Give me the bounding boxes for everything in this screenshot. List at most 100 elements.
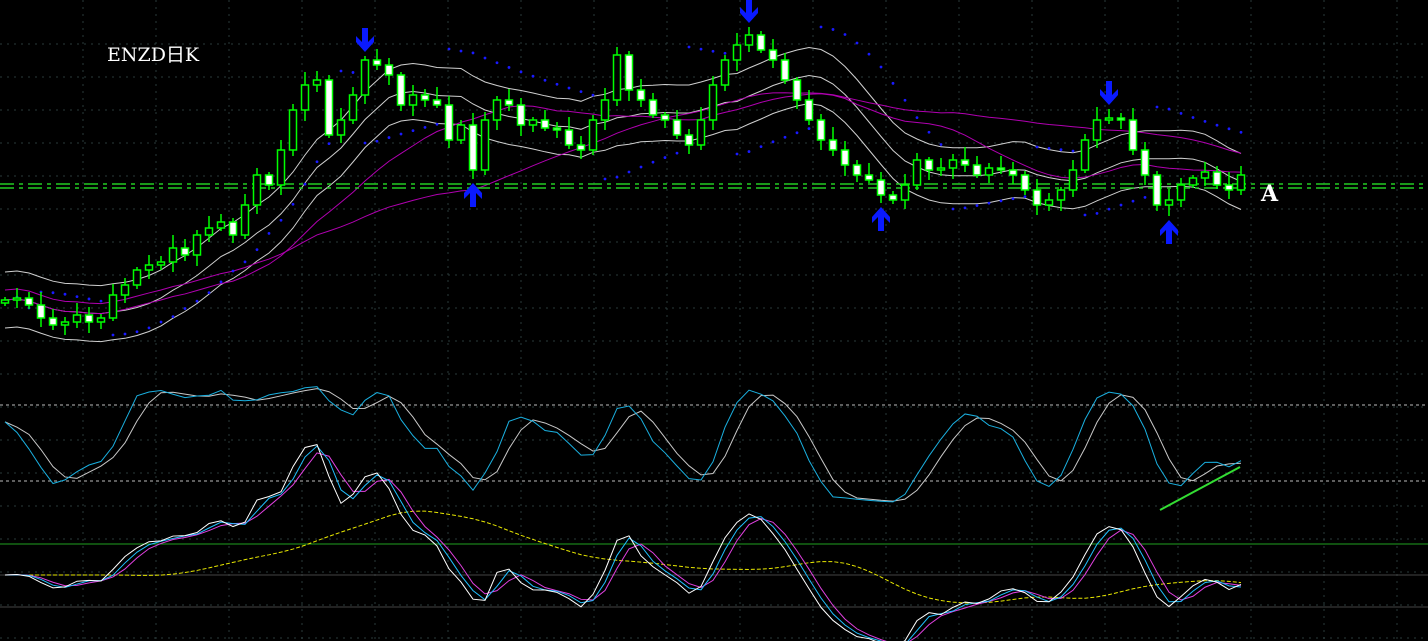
- sar-dot: [387, 136, 391, 139]
- candle-body: [888, 194, 898, 201]
- chart-window: ENZD日K A: [0, 0, 1428, 641]
- candle-body: [468, 124, 478, 171]
- sar-dot: [507, 66, 511, 69]
- candle-body: [792, 79, 802, 101]
- sar-dot: [807, 127, 811, 130]
- sar-dot: [363, 141, 367, 145]
- sar-dot: [711, 49, 715, 53]
- candle-body: [0, 299, 10, 304]
- candle-body: [1056, 189, 1066, 201]
- candle-body: [756, 34, 766, 51]
- candle-body: [72, 314, 82, 323]
- buy-arrow-icon: [464, 183, 482, 207]
- candle-body: [48, 317, 58, 326]
- sar-dot: [207, 291, 211, 295]
- candle-body: [624, 54, 634, 91]
- sar-dot: [939, 143, 943, 146]
- sar-dot: [447, 47, 451, 51]
- sar-dot: [435, 122, 439, 126]
- trendline: [1159, 466, 1241, 511]
- candle-body: [108, 294, 118, 319]
- candle-body: [600, 99, 610, 121]
- candle-body: [12, 297, 22, 301]
- sar-dot: [171, 315, 175, 319]
- sar-dot: [351, 71, 355, 74]
- candle-body: [216, 221, 226, 229]
- sar-dot: [1011, 197, 1015, 201]
- sar-dot: [627, 170, 631, 174]
- sar-dot: [303, 182, 307, 186]
- candle-body: [924, 159, 934, 171]
- oscillator-line-1: [4, 444, 1242, 641]
- sar-dot: [471, 51, 475, 55]
- candle-body: [1188, 177, 1198, 186]
- candle-body: [960, 159, 970, 166]
- sar-dot: [795, 131, 799, 135]
- sar-dot: [891, 81, 895, 85]
- sar-dot: [195, 299, 199, 303]
- candle-body: [948, 159, 958, 169]
- sar-dot: [591, 93, 595, 97]
- candle-body: [1128, 119, 1138, 151]
- sar-dot: [615, 175, 619, 179]
- candle-body: [60, 321, 70, 326]
- candle-body: [696, 119, 706, 146]
- sar-dot: [963, 206, 967, 210]
- sar-dot: [147, 326, 151, 330]
- candle-body: [252, 174, 262, 206]
- candle-body: [684, 134, 694, 146]
- sar-dot: [1071, 149, 1075, 153]
- sar-dot: [267, 231, 271, 235]
- candle-body: [324, 79, 334, 136]
- candle-body: [936, 167, 946, 171]
- middle-band-line: [4, 74, 1242, 315]
- candle-body: [192, 234, 202, 256]
- candle-body: [312, 79, 322, 86]
- candle-body: [876, 179, 886, 196]
- sar-dot: [999, 199, 1003, 203]
- sar-dot: [1059, 148, 1063, 152]
- price-chart[interactable]: [0, 0, 1428, 641]
- sar-dot: [183, 307, 187, 310]
- candle-body: [276, 149, 286, 186]
- candle-body: [168, 247, 178, 263]
- sar-dot: [639, 165, 643, 169]
- sar-dot: [1155, 105, 1159, 109]
- sar-dot: [327, 142, 331, 145]
- sar-dot: [159, 320, 163, 324]
- candle-body: [912, 159, 922, 186]
- sar-dot: [1239, 130, 1243, 134]
- candle-body: [396, 74, 406, 106]
- candle-body: [1152, 174, 1162, 206]
- sar-dot: [531, 74, 535, 78]
- candle-body: [660, 114, 670, 121]
- candle-body: [564, 129, 574, 146]
- sar-dot: [975, 204, 979, 207]
- sar-dot: [867, 52, 871, 56]
- candle-body: [180, 247, 190, 256]
- candle-body: [1092, 119, 1102, 141]
- sar-dot: [927, 130, 931, 134]
- sar-dot: [63, 292, 67, 296]
- candle-body: [732, 44, 742, 61]
- sar-dot: [315, 160, 319, 164]
- candle-body: [1236, 174, 1246, 191]
- candle-body: [420, 94, 430, 101]
- candle-body: [336, 119, 346, 136]
- stochastic-d-line: [4, 388, 1242, 502]
- sar-dot: [819, 25, 823, 29]
- candle-body: [1140, 149, 1150, 176]
- candle-body: [504, 99, 514, 106]
- sar-dot: [1107, 207, 1111, 211]
- sar-dot: [423, 125, 427, 129]
- candle-body: [768, 49, 778, 61]
- candle-body: [444, 104, 454, 141]
- candle-body: [432, 99, 442, 106]
- sell-arrow-icon: [740, 0, 758, 23]
- candle-body: [1164, 199, 1174, 206]
- sar-dot: [243, 260, 247, 264]
- candle-body: [852, 164, 862, 176]
- candle-body: [1116, 117, 1126, 121]
- candle-body: [456, 124, 466, 141]
- sar-dot: [135, 330, 139, 334]
